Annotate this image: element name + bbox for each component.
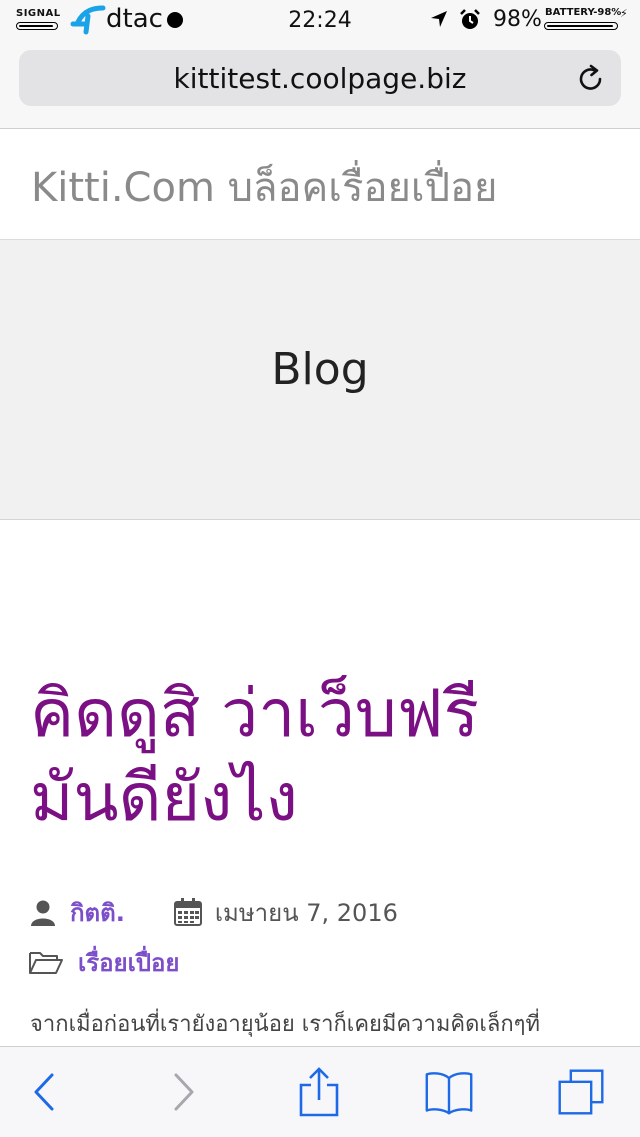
- battery-percent: 98%: [493, 7, 542, 32]
- post-category-row: เรื่อยเปื่อย: [28, 942, 179, 982]
- url-text[interactable]: kittitest.coolpage.biz: [19, 62, 621, 95]
- bookmarks-icon[interactable]: [424, 1067, 474, 1117]
- browser-bottom-toolbar: [0, 1046, 640, 1137]
- post-date[interactable]: เมษายน 7, 2016: [215, 893, 398, 932]
- alarm-icon: [460, 9, 480, 29]
- post-author-link[interactable]: กิตติ.: [70, 893, 125, 932]
- forward-icon[interactable]: [158, 1067, 208, 1117]
- address-bar[interactable]: kittitest.coolpage.biz: [19, 50, 621, 106]
- calendar-icon: [173, 898, 202, 926]
- browser-top-bar: kittitest.coolpage.biz: [0, 40, 640, 129]
- back-icon[interactable]: [26, 1067, 76, 1117]
- folder-icon: [29, 952, 63, 974]
- site-header: Kitti.Com บล็อคเรื่อยเปื่อย: [0, 129, 640, 240]
- page-hero: Blog: [0, 240, 640, 520]
- site-title-latin[interactable]: Kitti.Com: [31, 165, 215, 211]
- tabs-icon[interactable]: [556, 1067, 606, 1117]
- site-title[interactable]: Kitti.Com บล็อคเรื่อยเปื่อย: [31, 155, 497, 219]
- post-category-link[interactable]: เรื่อยเปื่อย: [78, 943, 179, 982]
- location-arrow-icon: [431, 11, 447, 27]
- battery-fill: [547, 24, 613, 27]
- status-bar: SIGNAL dtac 22:24 98% BATTERY-98% ⚡: [0, 0, 640, 40]
- post-meta-row: กิตติ. เมษายน 7, 2016: [28, 892, 398, 932]
- page-title: Blog: [271, 344, 369, 395]
- reload-icon[interactable]: [576, 64, 606, 94]
- post-title-line2[interactable]: มันดียังไง: [30, 759, 298, 836]
- post-title-line1[interactable]: คิดดูสิ ว่าเว็บฟรี: [30, 675, 479, 752]
- battery-label: BATTERY-98%: [545, 7, 622, 18]
- site-title-thai[interactable]: บล็อคเรื่อยเปื่อย: [228, 165, 498, 211]
- charging-bolt-icon: ⚡: [620, 7, 628, 20]
- post-title[interactable]: คิดดูสิ ว่าเว็บฟรี มันดียังไง: [30, 672, 620, 840]
- battery-bar: [544, 22, 618, 30]
- clock: 22:24: [288, 8, 352, 33]
- share-icon[interactable]: [294, 1067, 344, 1117]
- post-excerpt: จากเมื่อก่อนที่เรายังอายุน้อย เราก็เคยมี…: [30, 1012, 540, 1037]
- user-icon: [31, 900, 55, 926]
